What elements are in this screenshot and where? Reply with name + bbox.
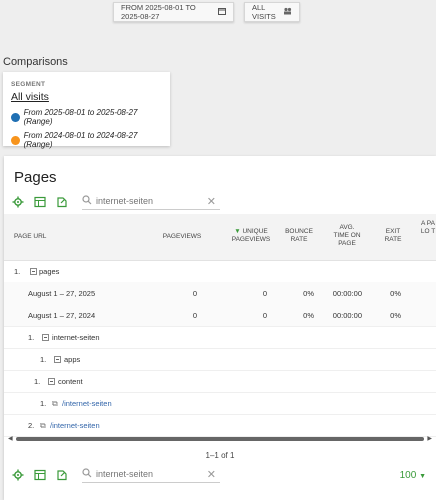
comparisons-card: SEGMENT All visits From 2025-08-01 to 20… [3,72,170,149]
comparisons-title: Comparisons [3,56,68,68]
search-field[interactable]: ✕ [82,193,220,210]
range-label: From 2025-08-01 to 2025-08-27 (Range) [23,108,138,126]
col-pageviews[interactable]: PAGEVIEWS [162,233,202,241]
row-label: internet-seiten [52,333,100,342]
table-row[interactable]: 1. content [4,370,436,393]
segment-label: ALL VISITS [252,3,276,21]
export-icon[interactable] [56,469,68,481]
row-label: August 1 – 27, 2024 [28,311,96,320]
segment-heading: SEGMENT [11,81,46,88]
table-header: PAGE URL PAGEVIEWS ▼ UNIQUE PAGEVIEWS BO… [4,214,436,261]
collapse-icon[interactable] [38,333,53,342]
range-label: From 2024-08-01 to 2024-08-27 (Range) [23,131,138,149]
col-truncated[interactable]: A PA LO T [420,220,436,236]
search-input[interactable] [92,196,200,206]
exit-value: 0% [390,311,401,320]
segment-icon [283,7,292,17]
pageviews-value: 0 [192,311,197,320]
table-row[interactable]: August 1 – 27, 2024 0 0 0% 00:00:00 0% [4,304,436,327]
row-label: content [58,377,83,386]
limit-selector[interactable]: 100 ▼ [400,470,426,481]
segment-value[interactable]: All visits [11,91,162,103]
table-icon[interactable] [34,469,46,481]
avg-time-value: 00:00:00 [332,311,362,320]
calendar-icon [218,7,226,17]
search-icon [82,192,92,210]
row-index: 1. [14,267,21,276]
clear-search-icon[interactable]: ✕ [207,195,216,208]
sort-desc-icon: ▼ [234,228,241,235]
search-input[interactable] [92,469,200,479]
top-toolbar: ✕ [12,193,220,210]
segment-button[interactable]: ALL VISITS [244,2,300,22]
horizontal-scrollbar[interactable]: ◀ ▶ [8,435,432,443]
date-range-button[interactable]: FROM 2025-08-01 TO 2025-08-27 [113,2,234,22]
unique-value: 0 [262,311,267,320]
row-label: apps [64,355,81,364]
col-unique-pageviews[interactable]: ▼ UNIQUE PAGEVIEWS [230,228,272,244]
search-icon [82,465,92,483]
range-color-dot [11,112,20,122]
bounce-value: 0% [303,311,314,320]
bottom-toolbar: ✕ [12,466,220,483]
export-icon[interactable] [56,196,68,208]
bounce-value: 0% [303,289,314,298]
table-row[interactable]: 1. pages [4,260,436,283]
chevron-down-icon: ▼ [419,473,426,480]
table-row[interactable]: August 1 – 27, 2025 0 0 0% 00:00:00 0% [4,282,436,305]
gear-icon[interactable] [12,196,24,208]
table-row[interactable]: 1. apps [4,348,436,371]
row-index: 1. [28,333,35,342]
row-index: 1. [40,355,47,364]
external-link-icon[interactable]: ⧉ [48,399,62,409]
table-icon[interactable] [34,196,46,208]
row-label: August 1 – 27, 2025 [28,289,96,298]
col-avg-time[interactable]: AVG. TIME ON PAGE [332,224,362,248]
row-link[interactable]: /internet-seiten [50,421,100,430]
col-exit-rate[interactable]: EXIT RATE [382,228,404,244]
comparison-range-2: From 2024-08-01 to 2024-08-27 (Range) [11,131,162,149]
table-row[interactable]: 1. internet-seiten [4,326,436,349]
row-label: pages [39,267,60,276]
table-row[interactable]: 1. ⧉ /internet-seiten [4,392,436,415]
limit-value: 100 [399,470,417,481]
pageviews-value: 0 [192,289,197,298]
pagination-text: 1–1 of 1 [205,451,235,460]
col-page-url[interactable]: PAGE URL [14,233,46,241]
row-index: 1. [34,377,41,386]
gear-icon[interactable] [12,469,24,481]
pages-panel: Pages ✕ PAGE URL PAGEVIEWS ▼ UNIQUE PAGE… [4,156,436,500]
scrollbar-thumb[interactable] [16,437,424,441]
exit-value: 0% [390,289,401,298]
row-link[interactable]: /internet-seiten [62,399,112,408]
collapse-icon[interactable] [50,355,65,364]
clear-search-icon[interactable]: ✕ [207,468,216,481]
unique-value: 0 [262,289,267,298]
row-index: 1. [40,399,47,408]
table-row[interactable]: 2. ⧉ /internet-seiten [4,414,436,437]
avg-time-value: 00:00:00 [332,289,362,298]
search-field[interactable]: ✕ [82,466,220,483]
external-link-icon[interactable]: ⧉ [36,421,50,431]
range-color-dot [11,135,20,145]
scroll-right-icon[interactable]: ▶ [427,435,432,442]
comparison-range-1: From 2025-08-01 to 2025-08-27 (Range) [11,108,162,126]
col-bounce-rate[interactable]: BOUNCE RATE [284,228,314,244]
collapse-icon[interactable] [44,377,59,386]
scroll-left-icon[interactable]: ◀ [8,435,13,442]
panel-title: Pages [14,169,57,186]
date-range-label: FROM 2025-08-01 TO 2025-08-27 [121,3,196,21]
row-index: 2. [28,421,35,430]
